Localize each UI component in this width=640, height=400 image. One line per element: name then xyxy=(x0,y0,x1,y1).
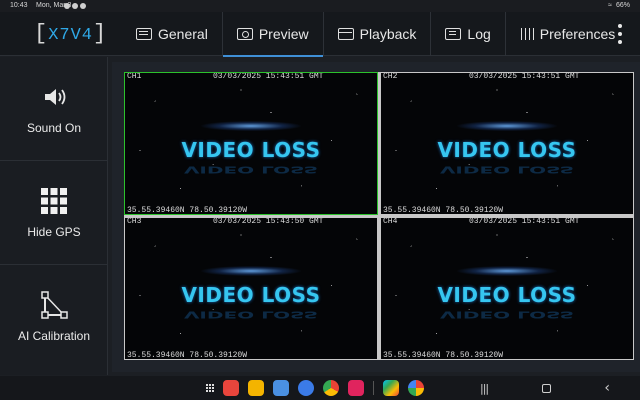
log-icon xyxy=(445,28,462,40)
status-time: 10:43 xyxy=(10,2,28,9)
video-loss-text: VIDEO LOSS xyxy=(181,137,321,162)
camera-timestamp: 03/03/2025 15:43:51 GMT xyxy=(469,217,580,226)
tab-playback[interactable]: Playback xyxy=(324,12,432,56)
nav-keys: ||| ‹ xyxy=(480,380,610,396)
battery-level: 66% xyxy=(615,2,630,9)
tab-general[interactable]: General xyxy=(122,12,223,56)
glow-decoration xyxy=(456,265,558,276)
camera-app-icon[interactable] xyxy=(348,380,364,396)
tab-label: Preferences xyxy=(539,26,616,42)
video-loss-reflection: VIDEO LOSS xyxy=(439,163,575,176)
tab-label: Playback xyxy=(359,26,417,42)
video-loss-text: VIDEO LOSS xyxy=(437,282,577,307)
camera-tile-ch1[interactable]: VIDEO LOSS VIDEO LOSS CH1 03/03/2025 15:… xyxy=(124,72,378,215)
preferences-icon xyxy=(520,28,534,40)
camera-timestamp: 03/03/2025 15:43:51 GMT xyxy=(213,72,324,81)
tab-preview[interactable]: Preview xyxy=(222,12,324,57)
video-loss-reflection: VIDEO LOSS xyxy=(183,163,319,176)
overflow-menu-icon[interactable] xyxy=(612,22,628,46)
sidebar-item-label: Hide GPS xyxy=(27,224,81,239)
camera-tile-ch3[interactable]: VIDEO LOSS VIDEO LOSS CH3 03/03/2025 15:… xyxy=(124,217,378,360)
wifi-icon: ≈ xyxy=(608,2,612,9)
channel-label: CH4 xyxy=(383,217,398,226)
camera-timestamp: 03/03/2025 15:43:51 GMT xyxy=(469,72,580,81)
play-store-icon[interactable] xyxy=(383,380,399,396)
general-icon xyxy=(136,28,152,40)
sidebar: Sound On Hide GPS AI Calibration xyxy=(0,57,108,375)
camera-tile-ch4[interactable]: VIDEO LOSS VIDEO LOSS CH4 03/03/2025 15:… xyxy=(380,217,634,360)
sidebar-item-label: AI Calibration xyxy=(17,329,91,343)
tab-label: Preview xyxy=(258,26,309,42)
camera-tile-ch2[interactable]: VIDEO LOSS VIDEO LOSS CH2 03/03/2025 15:… xyxy=(380,72,634,215)
video-loss-text: VIDEO LOSS xyxy=(181,282,321,307)
sound-on-button[interactable]: Sound On xyxy=(0,57,108,161)
tab-preferences[interactable]: Preferences xyxy=(506,12,629,56)
gps-coordinates: 35.55.39460N 78.50.39120W xyxy=(127,206,248,215)
grid-icon xyxy=(41,187,67,214)
ai-calibration-button[interactable]: AI Calibration xyxy=(0,265,108,369)
channel-label: CH2 xyxy=(383,72,398,81)
system-nav-bar: ||| ‹ xyxy=(0,376,640,400)
app-red-icon[interactable] xyxy=(223,380,239,396)
folder-icon[interactable] xyxy=(248,380,264,396)
video-loss-text: VIDEO LOSS xyxy=(437,137,577,162)
glow-decoration xyxy=(200,265,302,276)
channel-label: CH3 xyxy=(127,217,142,226)
notification-icons xyxy=(64,3,86,9)
camera-grid: VIDEO LOSS VIDEO LOSS CH1 03/03/2025 15:… xyxy=(124,72,634,360)
status-bar: 10:43 Mon, Mar 3 ≈ 66% xyxy=(0,0,640,12)
playback-icon xyxy=(337,28,354,40)
recents-icon[interactable]: ||| xyxy=(480,382,489,395)
home-icon[interactable] xyxy=(541,383,551,393)
preview-area: VIDEO LOSS VIDEO LOSS CH1 03/03/2025 15:… xyxy=(112,62,640,372)
tab-bar: General Preview Playback Log Preferences xyxy=(122,12,629,57)
gps-coordinates: 35.55.39460N 78.50.39120W xyxy=(383,206,504,215)
top-bar: [X7V4] General Preview Playback Log Pref… xyxy=(0,12,640,57)
back-icon[interactable]: ‹ xyxy=(604,380,610,396)
app-dock xyxy=(206,380,424,396)
tab-label: Log xyxy=(467,26,491,42)
app-drawer-icon[interactable] xyxy=(206,384,214,392)
gps-coordinates: 35.55.39460N 78.50.39120W xyxy=(127,351,248,360)
sidebar-item-label: Sound On xyxy=(26,120,82,135)
photos-icon[interactable] xyxy=(408,380,424,396)
app-logo: [X7V4] xyxy=(34,20,107,48)
speaker-icon xyxy=(45,88,66,105)
hide-gps-button[interactable]: Hide GPS xyxy=(0,161,108,265)
tab-label: General xyxy=(158,26,208,42)
logo-bracket-left: [ xyxy=(34,21,49,46)
calendar-icon[interactable] xyxy=(273,380,289,396)
video-loss-reflection: VIDEO LOSS xyxy=(183,308,319,321)
glow-decoration xyxy=(456,120,558,131)
logo-bracket-right: ] xyxy=(93,21,108,46)
glow-decoration xyxy=(200,120,302,131)
gps-coordinates: 35.55.39460N 78.50.39120W xyxy=(383,351,504,360)
tab-log[interactable]: Log xyxy=(431,12,506,56)
video-loss-reflection: VIDEO LOSS xyxy=(439,308,575,321)
dock-separator xyxy=(373,381,374,395)
chrome-icon[interactable] xyxy=(323,380,339,396)
status-right: ≈ 66% xyxy=(608,0,630,12)
logo-text: X7V4 xyxy=(48,26,94,45)
channel-label: CH1 xyxy=(127,72,142,81)
preview-icon xyxy=(236,28,253,40)
chat-icon[interactable] xyxy=(298,380,314,396)
camera-timestamp: 03/03/2025 15:43:50 GMT xyxy=(213,217,324,226)
calibration-icon xyxy=(41,291,68,319)
